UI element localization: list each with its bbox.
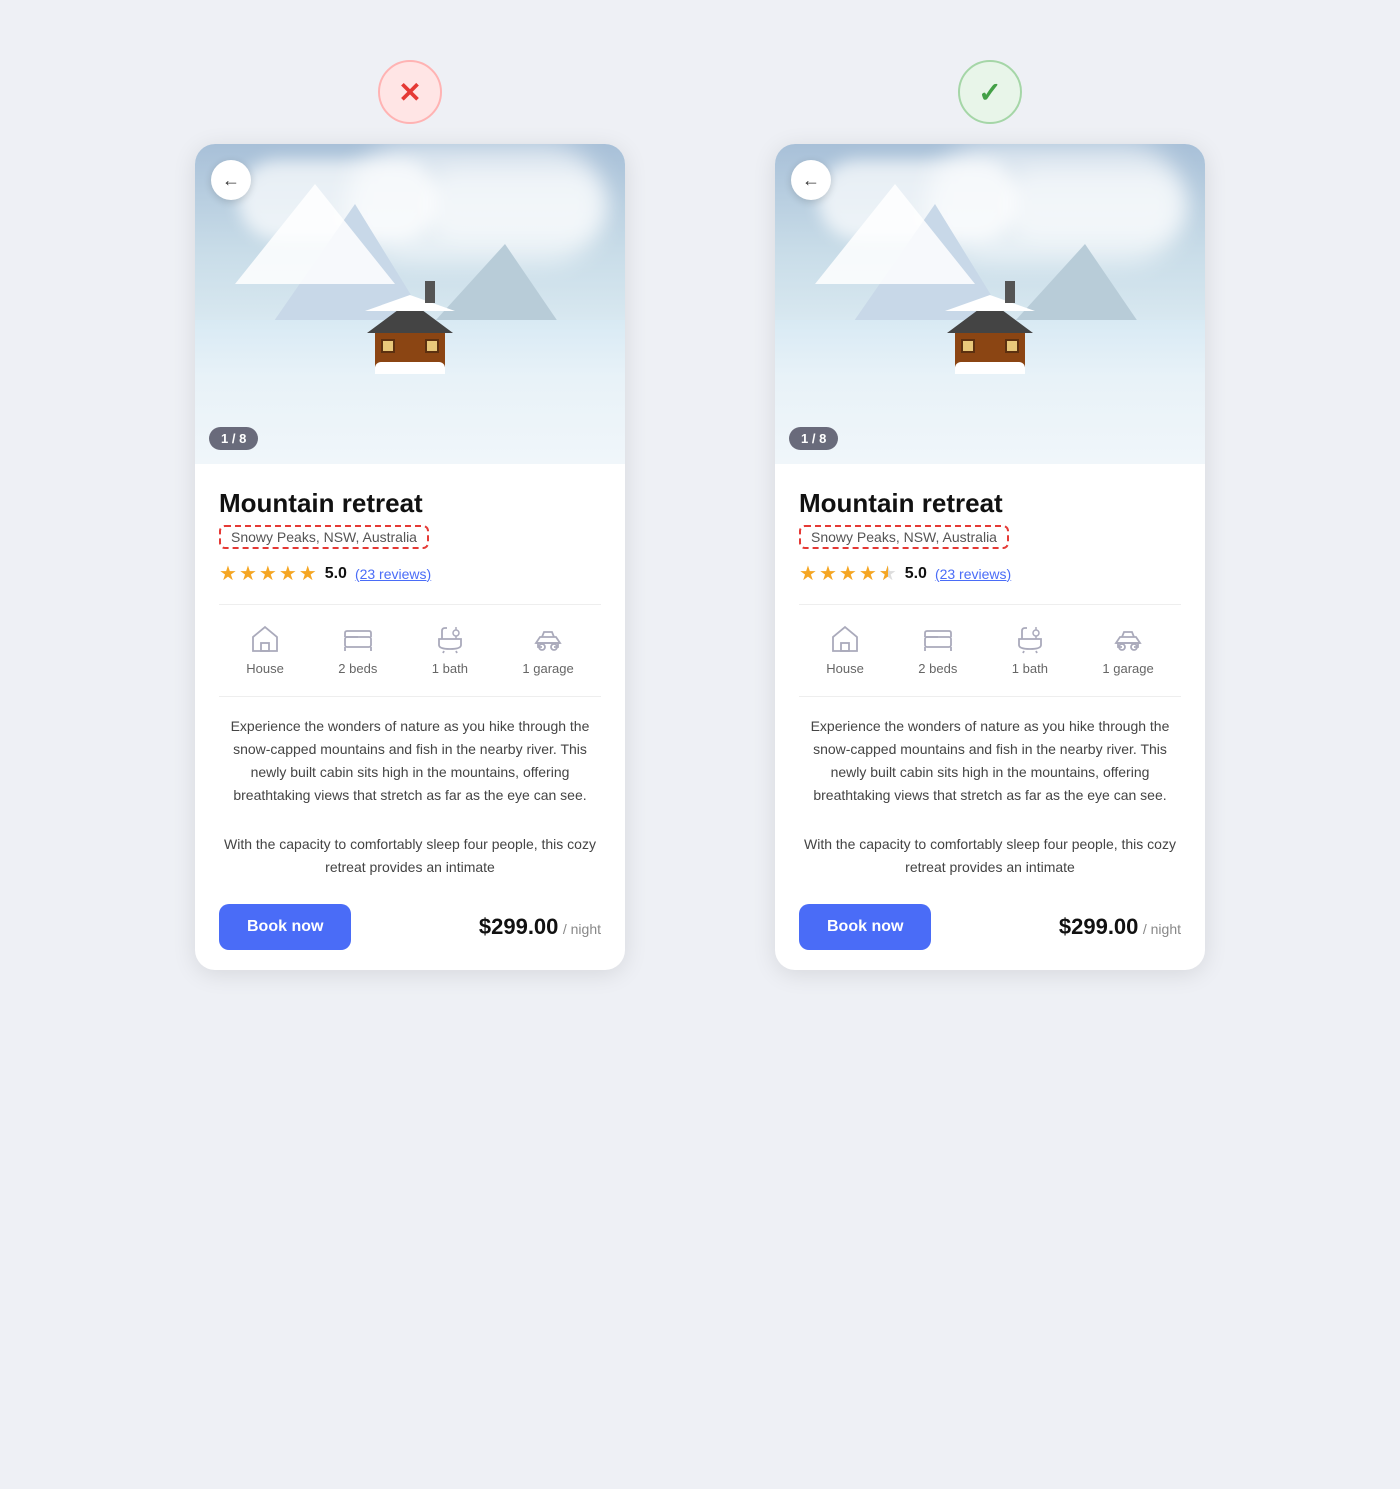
right-amenity-car: 1 garage — [1102, 623, 1153, 676]
right-rating-score: 5.0 — [905, 565, 927, 583]
right-price-suffix: / night — [1143, 921, 1181, 937]
bath-icon-left — [434, 623, 466, 655]
right-divider2 — [799, 696, 1181, 697]
left-amenity-house-label: House — [246, 661, 284, 676]
left-amenity-car: 1 garage — [522, 623, 573, 676]
right-amenity-bath-label: 1 bath — [1012, 661, 1048, 676]
left-amenity-house: House — [246, 623, 284, 676]
star-2-left: ★ — [239, 561, 257, 586]
left-amenity-bed-label: 2 beds — [338, 661, 377, 676]
cabin-right — [955, 329, 1025, 374]
wrong-indicator: ✕ — [378, 60, 442, 124]
star-3-right: ★ — [839, 561, 857, 586]
left-location-badge: Snowy Peaks, NSW, Australia — [219, 525, 429, 549]
right-amenity-house: House — [826, 623, 864, 676]
right-property-title: Mountain retreat — [799, 488, 1181, 519]
right-description-2: With the capacity to comfortably sleep f… — [799, 833, 1181, 879]
back-arrow-right: ← — [802, 170, 820, 191]
right-amenity-bed-label: 2 beds — [918, 661, 957, 676]
right-price-amount: $299.00 — [1059, 914, 1139, 939]
right-description-1: Experience the wonders of nature as you … — [799, 715, 1181, 807]
star-3-left: ★ — [259, 561, 277, 586]
car-icon-left — [532, 623, 564, 655]
left-stars: ★ ★ ★ ★ ★ — [219, 561, 317, 586]
star-1-right: ★ — [799, 561, 817, 586]
right-card-footer: Book now $299.00 / night — [775, 888, 1205, 970]
right-stars: ★ ★ ★ ★ ★ ★ — [799, 561, 897, 586]
left-amenity-bed: 2 beds — [338, 623, 377, 676]
left-amenities-row: House 2 beds — [219, 623, 601, 676]
left-description-2: With the capacity to comfortably sleep f… — [219, 833, 601, 879]
star-4-left: ★ — [279, 561, 297, 586]
right-card-content: Mountain retreat Snowy Peaks, NSW, Austr… — [775, 464, 1205, 880]
left-amenity-bath: 1 bath — [432, 623, 468, 676]
right-amenity-bed: 2 beds — [918, 623, 957, 676]
left-amenity-bath-label: 1 bath — [432, 661, 468, 676]
mountain-scene-left — [195, 144, 625, 464]
right-amenity-car-label: 1 garage — [1102, 661, 1153, 676]
left-price-amount: $299.00 — [479, 914, 559, 939]
back-button-left[interactable]: ← — [211, 160, 251, 200]
right-card: ← 1 / 8 Mountain retreat Snowy Peaks, NS… — [775, 144, 1205, 970]
left-price-container: $299.00 / night — [479, 914, 601, 940]
left-price-suffix: / night — [563, 921, 601, 937]
star-5-left: ★ — [299, 561, 317, 586]
left-card: ← 1 / 8 Mountain retreat Snowy Peaks, NS… — [195, 144, 625, 970]
left-card-footer: Book now $299.00 / night — [195, 888, 625, 970]
cabin-left — [375, 329, 445, 374]
left-divider — [219, 604, 601, 605]
left-rating-reviews[interactable]: (23 reviews) — [355, 566, 431, 582]
left-card-image: ← 1 / 8 — [195, 144, 625, 464]
house-icon-left — [249, 623, 281, 655]
car-icon-right — [1112, 623, 1144, 655]
bed-icon-left — [342, 623, 374, 655]
right-book-button[interactable]: Book now — [799, 904, 931, 950]
left-rating-score: 5.0 — [325, 565, 347, 583]
mountain-scene-right — [775, 144, 1205, 464]
left-description-1: Experience the wonders of nature as you … — [219, 715, 601, 807]
page-container: ✕ — [150, 60, 1250, 970]
right-rating-reviews[interactable]: (23 reviews) — [935, 566, 1011, 582]
right-card-image: ← 1 / 8 — [775, 144, 1205, 464]
right-rating-row: ★ ★ ★ ★ ★ ★ 5.0 (23 reviews) — [799, 561, 1181, 586]
left-book-button[interactable]: Book now — [219, 904, 351, 950]
right-location-badge: Snowy Peaks, NSW, Australia — [799, 525, 1009, 549]
right-price-container: $299.00 / night — [1059, 914, 1181, 940]
back-button-right[interactable]: ← — [791, 160, 831, 200]
bed-icon-right — [922, 623, 954, 655]
correct-indicator: ✓ — [958, 60, 1022, 124]
star-4-right: ★ — [859, 561, 877, 586]
image-counter-left: 1 / 8 — [209, 427, 258, 450]
right-divider — [799, 604, 1181, 605]
back-arrow-left: ← — [222, 170, 240, 191]
house-icon-right — [829, 623, 861, 655]
left-amenity-car-label: 1 garage — [522, 661, 573, 676]
left-column: ✕ — [150, 60, 670, 970]
left-rating-row: ★ ★ ★ ★ ★ 5.0 (23 reviews) — [219, 561, 601, 586]
star-2-right: ★ — [819, 561, 837, 586]
right-column: ✓ — [730, 60, 1250, 970]
left-property-title: Mountain retreat — [219, 488, 601, 519]
image-counter-right: 1 / 8 — [789, 427, 838, 450]
right-amenity-bath: 1 bath — [1012, 623, 1048, 676]
right-amenity-house-label: House — [826, 661, 864, 676]
left-card-content: Mountain retreat Snowy Peaks, NSW, Austr… — [195, 464, 625, 880]
left-divider2 — [219, 696, 601, 697]
star-5-right: ★ ★ — [879, 561, 897, 586]
star-1-left: ★ — [219, 561, 237, 586]
right-amenities-row: House 2 beds — [799, 623, 1181, 676]
bath-icon-right — [1014, 623, 1046, 655]
